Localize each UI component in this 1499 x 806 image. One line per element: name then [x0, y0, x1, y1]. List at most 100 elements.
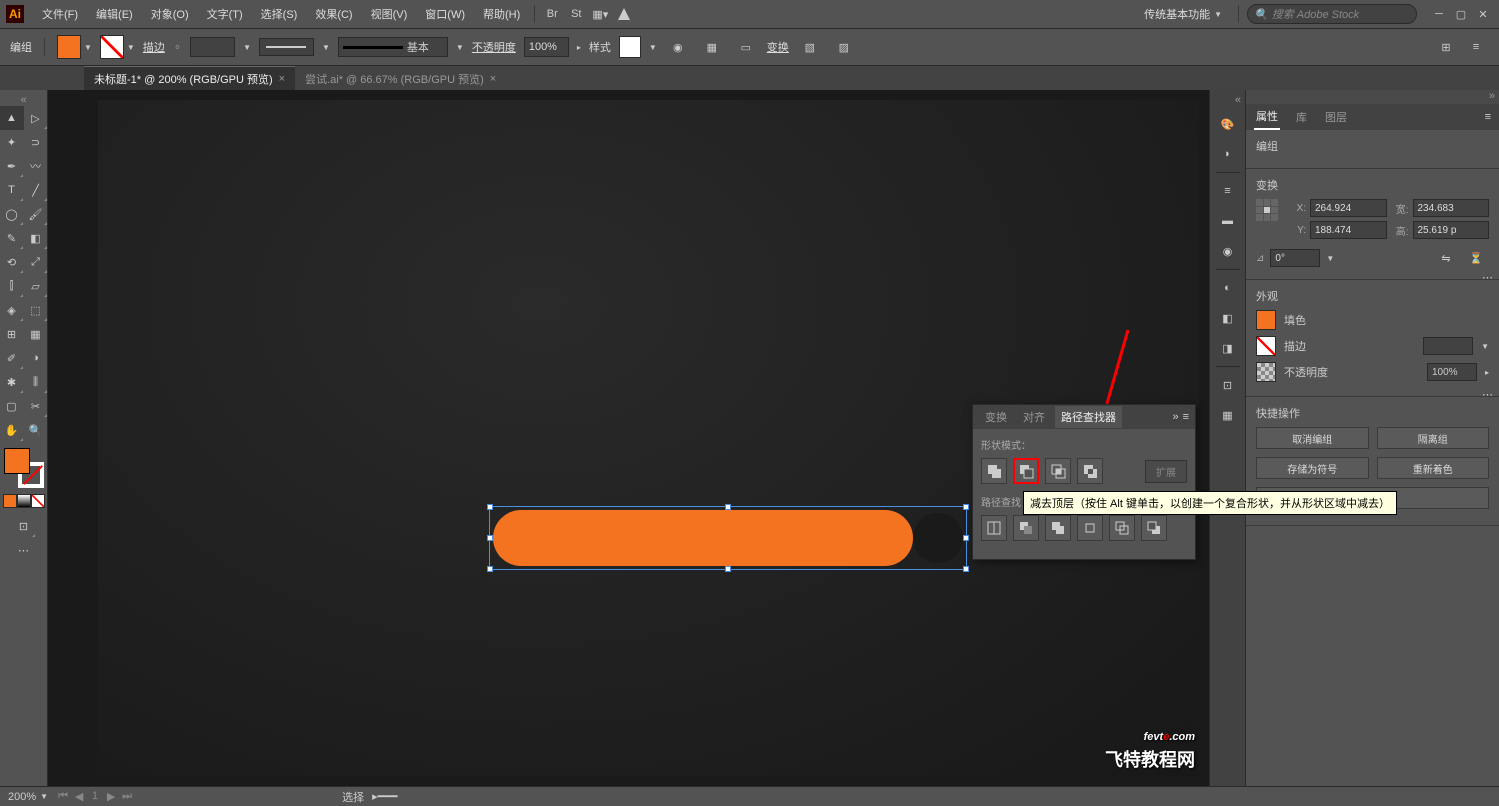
color-panel-icon[interactable]: 🎨: [1214, 110, 1242, 138]
opacity-swatch[interactable]: [1256, 362, 1276, 382]
crop-icon[interactable]: [1077, 515, 1103, 541]
menu-type[interactable]: 文字(T): [199, 2, 251, 26]
reference-point-selector[interactable]: [1256, 199, 1278, 221]
divide-icon[interactable]: [981, 515, 1007, 541]
shape-icon[interactable]: ▭: [733, 34, 759, 60]
menu-edit[interactable]: 编辑(E): [88, 2, 141, 26]
status-slider-icon[interactable]: ▸━━━: [372, 790, 397, 803]
menu-view[interactable]: 视图(V): [363, 2, 416, 26]
selected-shape-group[interactable]: [493, 510, 963, 566]
rotate-tool-icon[interactable]: ⟲: [0, 250, 24, 274]
more-options-icon[interactable]: ⋯: [1482, 388, 1493, 401]
tab-close-icon[interactable]: ×: [279, 73, 285, 85]
panel-collapse-icon[interactable]: »: [1172, 411, 1178, 423]
x-input[interactable]: 264.924: [1310, 199, 1387, 217]
artboard-tool-icon[interactable]: ▢: [0, 394, 24, 418]
ungroup-button[interactable]: 取消编组: [1256, 427, 1369, 449]
eraser-tool-icon[interactable]: ◧: [24, 226, 48, 250]
gradient-tool-icon[interactable]: ▦: [24, 322, 48, 346]
gpu-icon[interactable]: [613, 3, 635, 25]
magic-wand-tool-icon[interactable]: ✦: [0, 130, 24, 154]
blend-tool-icon[interactable]: ◑: [24, 346, 48, 370]
expand-button[interactable]: 扩展: [1145, 460, 1187, 483]
stroke-swatch[interactable]: [100, 35, 124, 59]
shaper-tool-icon[interactable]: ✎: [0, 226, 24, 250]
ellipse-tool-icon[interactable]: ◯: [0, 202, 24, 226]
float-tab-transform[interactable]: 变换: [979, 406, 1013, 428]
tab-properties[interactable]: 属性: [1254, 104, 1280, 130]
zoom-tool-icon[interactable]: 🔍: [24, 418, 48, 442]
panel-collapse-icon[interactable]: »: [1246, 90, 1499, 104]
tab-libraries[interactable]: 库: [1294, 105, 1309, 129]
pen-tool-icon[interactable]: ✒: [0, 154, 24, 178]
symbols-panel-icon[interactable]: ◉: [1214, 237, 1242, 265]
appearance-panel-icon[interactable]: ⊡: [1214, 371, 1242, 399]
recolor-button[interactable]: 重新着色: [1377, 457, 1490, 479]
brush-dropdown[interactable]: 基本: [338, 37, 448, 57]
gradient-mode-icon[interactable]: [17, 494, 31, 508]
envelope-icon[interactable]: ▧: [797, 34, 823, 60]
artboard-navigation[interactable]: ⏮◀1▶⏭: [56, 790, 134, 803]
color-mode-icon[interactable]: [3, 494, 17, 508]
arrange-documents-icon[interactable]: ▦▾: [589, 3, 611, 25]
exclude-icon[interactable]: [1077, 458, 1103, 484]
type-tool-icon[interactable]: T: [0, 178, 24, 202]
swatches-panel-icon[interactable]: ≡: [1214, 177, 1242, 205]
tab-close-icon[interactable]: ×: [490, 73, 496, 85]
mesh-tool-icon[interactable]: ⊞: [0, 322, 24, 346]
fill-dropdown-icon[interactable]: ▼: [84, 43, 92, 52]
minus-front-icon[interactable]: [1013, 458, 1039, 484]
edit-toolbar-icon[interactable]: ⋯: [12, 538, 36, 562]
opacity-input[interactable]: 100%: [524, 37, 569, 57]
graph-tool-icon[interactable]: ⫼: [24, 370, 48, 394]
search-input[interactable]: 🔍 搜索 Adobe Stock: [1247, 4, 1417, 24]
tab-layers[interactable]: 图层: [1323, 105, 1349, 129]
panel-menu-icon[interactable]: ≡: [1485, 111, 1491, 123]
direct-selection-tool-icon[interactable]: ▷: [24, 106, 48, 130]
eyedropper-tool-icon[interactable]: ✐: [0, 346, 24, 370]
graphic-styles-panel-icon[interactable]: ▦: [1214, 401, 1242, 429]
workspace-selector[interactable]: 传统基本功能▼: [1136, 3, 1230, 25]
gradient-panel-icon[interactable]: ◧: [1214, 304, 1242, 332]
merge-icon[interactable]: [1045, 515, 1071, 541]
width-input[interactable]: 234.683: [1413, 199, 1490, 217]
menu-object[interactable]: 对象(O): [143, 2, 197, 26]
style-swatch[interactable]: [619, 36, 641, 58]
symbol-sprayer-tool-icon[interactable]: ✱: [0, 370, 24, 394]
stroke-label[interactable]: 描边: [143, 39, 165, 55]
width-tool-icon[interactable]: ⫿: [0, 274, 24, 298]
fill-swatch[interactable]: [1256, 310, 1276, 330]
scale-tool-icon[interactable]: ⤢: [24, 250, 48, 274]
angle-input[interactable]: 0°: [1270, 249, 1320, 267]
menu-effect[interactable]: 效果(C): [307, 2, 360, 26]
stroke-dropdown-icon[interactable]: ▼: [127, 43, 135, 52]
zoom-level-input[interactable]: 200%: [8, 791, 36, 803]
fill-stroke-indicator[interactable]: [4, 448, 44, 488]
menu-window[interactable]: 窗口(W): [417, 2, 473, 26]
menu-file[interactable]: 文件(F): [34, 2, 86, 26]
bridge-icon[interactable]: Br: [541, 3, 563, 25]
stroke-panel-icon[interactable]: ◐: [1214, 274, 1242, 302]
perspective-tool-icon[interactable]: ⬚: [24, 298, 48, 322]
stroke-profile-dropdown[interactable]: [259, 38, 314, 56]
isolate-button[interactable]: 隔离组: [1377, 427, 1490, 449]
flip-vertical-icon[interactable]: ⏳: [1463, 245, 1489, 271]
float-tab-pathfinder[interactable]: 路径查找器: [1055, 406, 1122, 428]
toolbox-collapse-icon[interactable]: «: [0, 94, 47, 106]
maximize-icon[interactable]: ▢: [1451, 6, 1471, 22]
curvature-tool-icon[interactable]: 〰: [24, 154, 48, 178]
transparency-panel-icon[interactable]: ◨: [1214, 334, 1242, 362]
stroke-weight-dropdown[interactable]: [1423, 337, 1473, 355]
transform-link[interactable]: 变换: [767, 39, 789, 55]
dock-collapse-icon[interactable]: «: [1210, 94, 1245, 108]
stroke-weight-input[interactable]: [190, 37, 235, 57]
stroke-swatch[interactable]: [1256, 336, 1276, 356]
save-symbol-button[interactable]: 存储为符号: [1256, 457, 1369, 479]
unite-icon[interactable]: [981, 458, 1007, 484]
color-guide-panel-icon[interactable]: ◗: [1214, 140, 1242, 168]
opacity-value-input[interactable]: 100%: [1427, 363, 1477, 381]
panel-menu-icon[interactable]: ≡: [1183, 411, 1189, 423]
line-tool-icon[interactable]: ╱: [24, 178, 48, 202]
document-tab-1[interactable]: 未标题-1* @ 200% (RGB/GPU 预览)×: [84, 66, 295, 90]
opacity-label[interactable]: 不透明度: [472, 39, 516, 55]
